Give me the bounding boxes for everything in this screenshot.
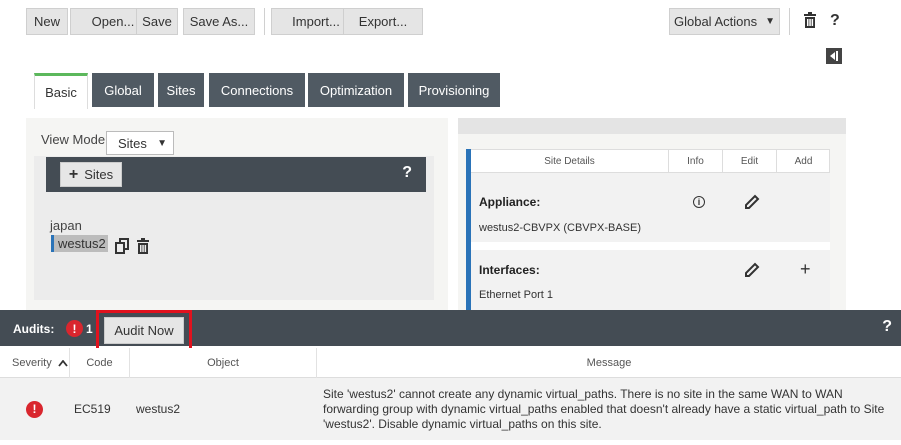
- error-icon: !: [26, 400, 43, 418]
- row-divider: [471, 242, 830, 250]
- audits-bar: Audits: ! 1 Audit Now ?: [0, 310, 901, 354]
- tab-connections[interactable]: Connections: [209, 73, 305, 107]
- message-cell: Site 'westus2' cannot create any dynamic…: [323, 386, 885, 431]
- info-icon[interactable]: i: [693, 196, 705, 208]
- audit-table-header: Severity Code Object Message: [0, 348, 901, 378]
- export-button[interactable]: Export...: [343, 8, 423, 35]
- view-mode-value: Sites: [118, 135, 147, 151]
- save-button[interactable]: Save: [136, 8, 178, 35]
- col-code[interactable]: Code: [70, 348, 130, 378]
- error-badge-icon: !: [66, 320, 83, 337]
- collapse-panel-icon[interactable]: [826, 48, 842, 64]
- sites-header-bar: + Sites ?: [46, 157, 426, 192]
- caret-down-icon: ▼: [765, 16, 775, 27]
- caret-down-icon: ▼: [157, 137, 167, 149]
- global-actions-dropdown[interactable]: Global Actions ▼: [669, 8, 780, 35]
- tab-provisioning[interactable]: Provisioning: [408, 73, 500, 107]
- interfaces-value: Ethernet Port 1: [479, 289, 553, 301]
- col-edit: Edit: [723, 150, 777, 172]
- col-object[interactable]: Object: [130, 348, 317, 378]
- edit-pencil-icon[interactable]: [743, 193, 761, 214]
- panel-header-strip: [458, 118, 846, 134]
- toolbar-divider: [789, 8, 790, 35]
- add-plus-icon[interactable]: +: [800, 259, 811, 280]
- audits-label: Audits:: [13, 322, 55, 336]
- sort-ascending-icon: [58, 359, 68, 367]
- site-details-header: Site Details Info Edit Add: [471, 149, 830, 173]
- plus-icon: +: [68, 165, 79, 183]
- object-cell: westus2: [136, 402, 181, 416]
- tab-basic[interactable]: Basic: [34, 73, 88, 109]
- toolbar-divider: [264, 8, 265, 35]
- site-tree-panel: View Mode:: [26, 118, 448, 310]
- add-sites-button[interactable]: + Sites: [60, 162, 122, 187]
- tab-global[interactable]: Global: [92, 73, 154, 107]
- code-cell: EC519: [74, 402, 111, 416]
- col-message[interactable]: Message: [317, 348, 901, 378]
- save-as-button[interactable]: Save As...: [183, 8, 255, 35]
- new-button[interactable]: New: [26, 8, 68, 35]
- col-site-details: Site Details: [471, 150, 669, 172]
- severity-cell: !: [26, 378, 43, 440]
- trash-icon[interactable]: [135, 237, 151, 255]
- tab-sites[interactable]: Sites: [158, 73, 204, 107]
- col-add: Add: [794, 155, 813, 167]
- view-mode-select[interactable]: Sites ▼: [106, 131, 174, 155]
- edit-pencil-icon[interactable]: [743, 261, 761, 282]
- audit-count: 1: [86, 322, 93, 336]
- help-icon[interactable]: ?: [882, 318, 892, 336]
- appliance-value: westus2-CBVPX (CBVPX-BASE): [479, 222, 641, 234]
- tab-optimization[interactable]: Optimization: [308, 73, 404, 107]
- trash-icon[interactable]: [803, 12, 817, 28]
- col-severity[interactable]: Severity: [0, 348, 70, 378]
- help-icon[interactable]: ?: [402, 164, 412, 182]
- global-actions-label: Global Actions: [673, 14, 758, 29]
- appliance-title: Appliance:: [479, 195, 541, 209]
- toolbar: New Open... Save Save As... Import... Ex…: [26, 6, 846, 36]
- interfaces-title: Interfaces:: [479, 263, 540, 277]
- add-sites-label: Sites: [84, 167, 114, 182]
- view-mode-label: View Mode:: [41, 132, 109, 147]
- help-icon[interactable]: ?: [830, 12, 840, 30]
- copy-icon[interactable]: [114, 237, 130, 255]
- tree-item-japan[interactable]: japan: [50, 218, 82, 233]
- col-info: Info: [669, 150, 723, 172]
- col-severity-label: Severity: [12, 357, 52, 369]
- tree-item-westus2[interactable]: westus2: [51, 235, 108, 252]
- table-row[interactable]: ! EC519 westus2 Site 'westus2' cannot cr…: [0, 378, 901, 440]
- site-details-table: Site Details Info Edit Add Appliance: we…: [466, 149, 830, 310]
